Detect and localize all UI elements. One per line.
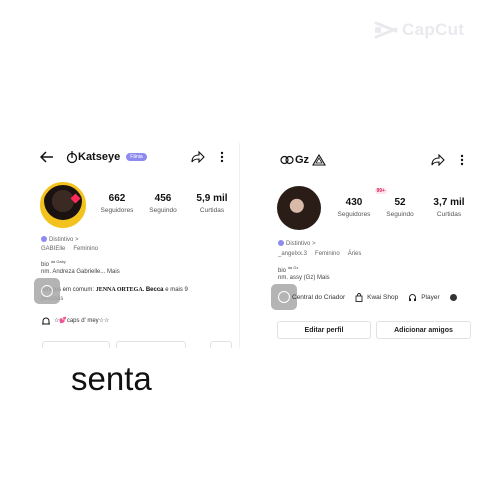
left-stat-likes[interactable]: 5,9 mil Curtidas (194, 193, 230, 214)
edit-profile-button[interactable]: Editar perfil (277, 321, 371, 339)
stat-value: 662 (108, 193, 126, 204)
left-follow-button[interactable] (42, 341, 110, 348)
left-stats: 662 Seguidores 456 Seguindo 5,9 mil Curt… (100, 193, 230, 214)
shortcut-kwai-shop[interactable]: Kwai Shop (355, 293, 398, 302)
add-friends-button[interactable]: Adicionar amigos (376, 321, 471, 339)
back-arrow-icon[interactable] (40, 151, 54, 163)
left-stat-followers[interactable]: 662 Seguidores (100, 193, 134, 214)
left-username: Katseye (78, 151, 121, 163)
stat-label: Seguindo (149, 207, 177, 214)
more-options-icon[interactable] (220, 151, 224, 163)
bio-label: bio (278, 268, 287, 274)
shortcut-label: Central do Criador (292, 294, 346, 301)
left-bio-title: bio da Gaby (41, 259, 66, 268)
bio-text: nm. Andreza Gabrielle... (41, 269, 106, 275)
right-shortcuts: Central do Criador Kwai Shop Player (292, 293, 476, 302)
capcut-watermark: CapCut (374, 20, 464, 40)
stat-value: 456 (154, 193, 172, 204)
screen: CapCut Katseye Fãnia 662 Seguidores 456 … (0, 0, 480, 480)
shortcut-creator-center[interactable]: Central do Criador (292, 294, 345, 301)
share-icon[interactable] (191, 151, 205, 163)
right-bio-title: bio da Gz (278, 265, 298, 274)
right-meta: _angelxx.3 Feminino Áries (278, 251, 361, 257)
share-icon[interactable] (431, 154, 445, 166)
right-badge-link[interactable]: Distintivo > (278, 240, 316, 247)
tiktok-ring-icon (66, 151, 78, 164)
stat-label: Curtidas (436, 211, 462, 218)
left-mutual-friends[interactable]: Amigos em comum: JENNA ORTEGA. Becca e m… (41, 287, 188, 293)
left-caps-line: ☆💕caps d' mey☆☆ (54, 318, 110, 324)
right-username: Gz (295, 154, 310, 166)
left-profile-header: Katseye Fãnia (30, 148, 239, 166)
badge-label: Distintivo > (49, 237, 79, 243)
shortcut-label: Kwai Shop (367, 294, 399, 301)
stat-label: Seguindo (386, 211, 414, 218)
left-suggest-button[interactable] (210, 341, 232, 348)
edit-icon (278, 291, 290, 303)
edit-icon (41, 285, 53, 297)
more-shortcut-icon[interactable] (449, 294, 457, 301)
stat-label: Curtidas (199, 207, 225, 214)
left-badge-link[interactable]: Distintivo > (41, 236, 79, 243)
notification-badge: 99+ (374, 188, 387, 194)
left-profile-card: Katseye Fãnia 662 Seguidores 456 Seguind… (30, 143, 240, 348)
shortcut-label: Player (421, 294, 440, 301)
left-message-button[interactable] (116, 341, 186, 348)
mutual-name: JENNA ORTEGA. (95, 287, 145, 293)
meta-name: _angelxx.3 (278, 251, 308, 257)
stat-label: Seguidores (337, 211, 371, 218)
left-meta: GABIElle Feminino (41, 246, 98, 252)
overlay-edit-button[interactable] (34, 278, 60, 304)
stat-value: 3,7 mil (433, 197, 465, 208)
meta-sign: Áries (347, 251, 362, 257)
heart-icon (70, 193, 81, 204)
bio-label: bio (41, 262, 50, 268)
meta-name: GABIElle (41, 246, 66, 252)
left-avatar[interactable] (40, 182, 86, 228)
badge-icon (278, 240, 284, 246)
mutual-suffix: e mais 9 (165, 287, 188, 293)
meta-gender: Feminino (73, 246, 99, 252)
bio-more-link[interactable]: Mais (107, 269, 120, 275)
bio-more-link[interactable]: Mais (317, 275, 330, 281)
capcut-logo-icon (374, 21, 398, 39)
more-options-icon[interactable] (460, 154, 464, 166)
right-stat-followers[interactable]: 430 99+ Seguidores (337, 188, 387, 218)
right-profile-card: Gz 430 99+ Seguidores 52 Seguindo 3,7 mi… (270, 146, 476, 351)
stat-value: 5,9 mil (196, 193, 228, 204)
bio-text: nm. assy (Gz) (278, 275, 316, 281)
left-stat-following[interactable]: 456 Seguindo (146, 193, 180, 214)
stat-value: 52 (394, 197, 406, 208)
mutual-name-2: Becca (145, 287, 164, 293)
left-bio-line: nm. Andreza Gabrielle... Mais (41, 269, 120, 275)
headphones-icon (409, 294, 417, 301)
video-caption: senta (71, 360, 152, 397)
alarm-icon (42, 317, 50, 325)
meta-gender: Feminino (315, 251, 340, 257)
triangle-logo-icon (312, 154, 327, 166)
right-bio-line: nm. assy (Gz) Mais (278, 275, 330, 281)
right-stat-following[interactable]: 52 Seguindo (383, 197, 417, 218)
shortcut-player[interactable]: Player (408, 293, 440, 302)
right-stats: 430 99+ Seguidores 52 Seguindo 3,7 mil Cu… (337, 188, 467, 218)
bio-sup: da Gaby (50, 259, 66, 264)
bio-sup: da Gz (287, 265, 299, 270)
chain-icon (280, 155, 294, 165)
stat-value: 430 (345, 197, 363, 208)
badge-label: Distintivo > (286, 241, 316, 247)
right-avatar[interactable] (277, 186, 321, 230)
right-stat-likes[interactable]: 3,7 mil Curtidas (431, 197, 467, 218)
badge-icon (41, 236, 47, 242)
left-pill-badge: Fãnia (126, 153, 147, 161)
right-profile-header: Gz (270, 152, 476, 168)
watermark-text: CapCut (402, 20, 465, 39)
stat-label: Seguidores (100, 207, 134, 214)
shopping-bag-icon (355, 293, 363, 302)
